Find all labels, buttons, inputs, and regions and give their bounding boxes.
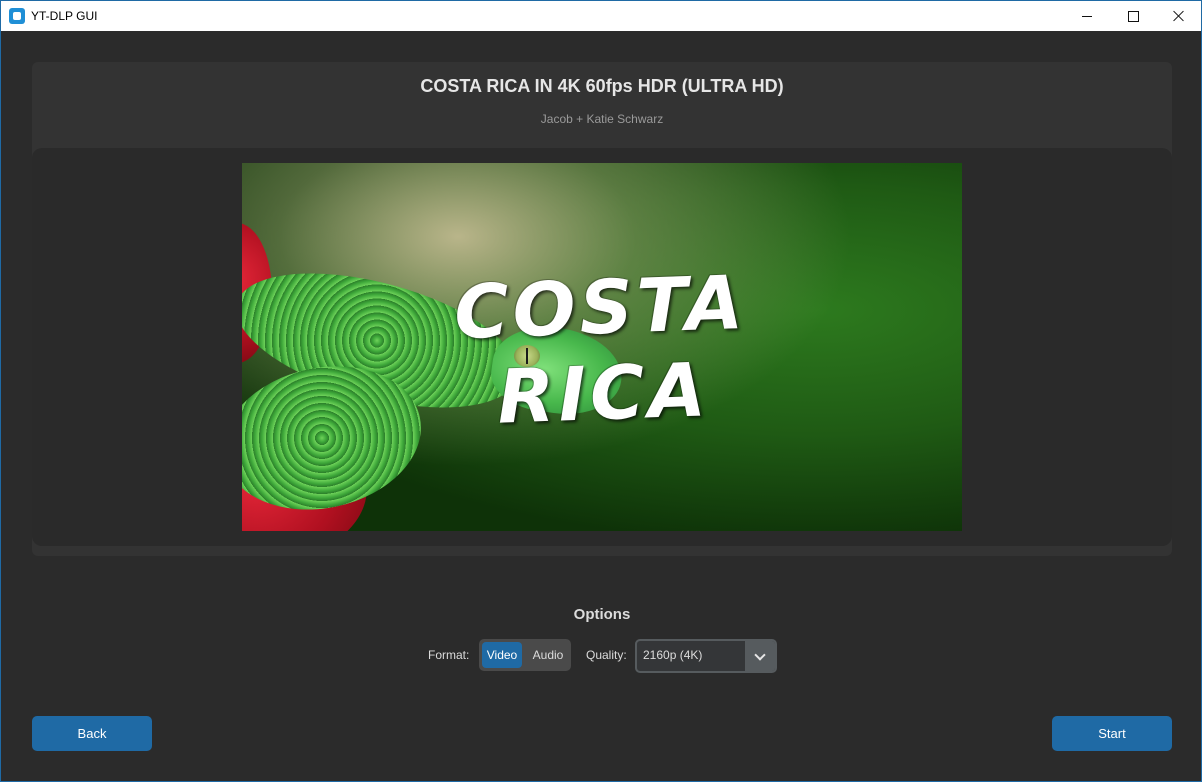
- thumbnail-text: COSTA RICA: [452, 259, 749, 441]
- chevron-down-icon: [754, 648, 766, 661]
- options-heading: Options: [573, 606, 631, 623]
- minimize-icon: [1082, 15, 1092, 17]
- maximize-button[interactable]: [1110, 1, 1156, 31]
- format-audio-option[interactable]: Audio: [527, 642, 569, 668]
- start-button[interactable]: Start: [1052, 716, 1172, 751]
- quality-label: Quality:: [586, 648, 627, 662]
- quality-value: 2160p (4K): [643, 648, 703, 662]
- video-info-panel: COSTA RICA IN 4K 60fps HDR (ULTRA HD) Ja…: [32, 62, 1172, 556]
- app-icon: [9, 8, 25, 24]
- video-author: Jacob + Katie Schwarz: [540, 112, 664, 126]
- back-button[interactable]: Back: [32, 716, 152, 751]
- thumbnail-frame: COSTA RICA: [32, 148, 1172, 546]
- format-segmented-control: Video Audio: [479, 639, 571, 671]
- close-icon: [1173, 10, 1185, 22]
- window-title: YT-DLP GUI: [31, 9, 98, 23]
- quality-dropdown[interactable]: 2160p (4K): [635, 639, 777, 673]
- maximize-icon: [1127, 10, 1139, 22]
- video-title: COSTA RICA IN 4K 60fps HDR (ULTRA HD): [420, 76, 784, 96]
- quality-dropdown-button[interactable]: [745, 641, 775, 671]
- app-window: YT-DLP GUI COSTA RICA IN 4K 60fps HDR (U…: [0, 0, 1202, 782]
- minimize-button[interactable]: [1064, 1, 1110, 31]
- close-button[interactable]: [1156, 1, 1202, 31]
- title-bar[interactable]: YT-DLP GUI: [1, 1, 1201, 31]
- format-video-option[interactable]: Video: [482, 642, 522, 668]
- video-thumbnail: COSTA RICA: [242, 163, 962, 531]
- format-label: Format:: [428, 648, 470, 662]
